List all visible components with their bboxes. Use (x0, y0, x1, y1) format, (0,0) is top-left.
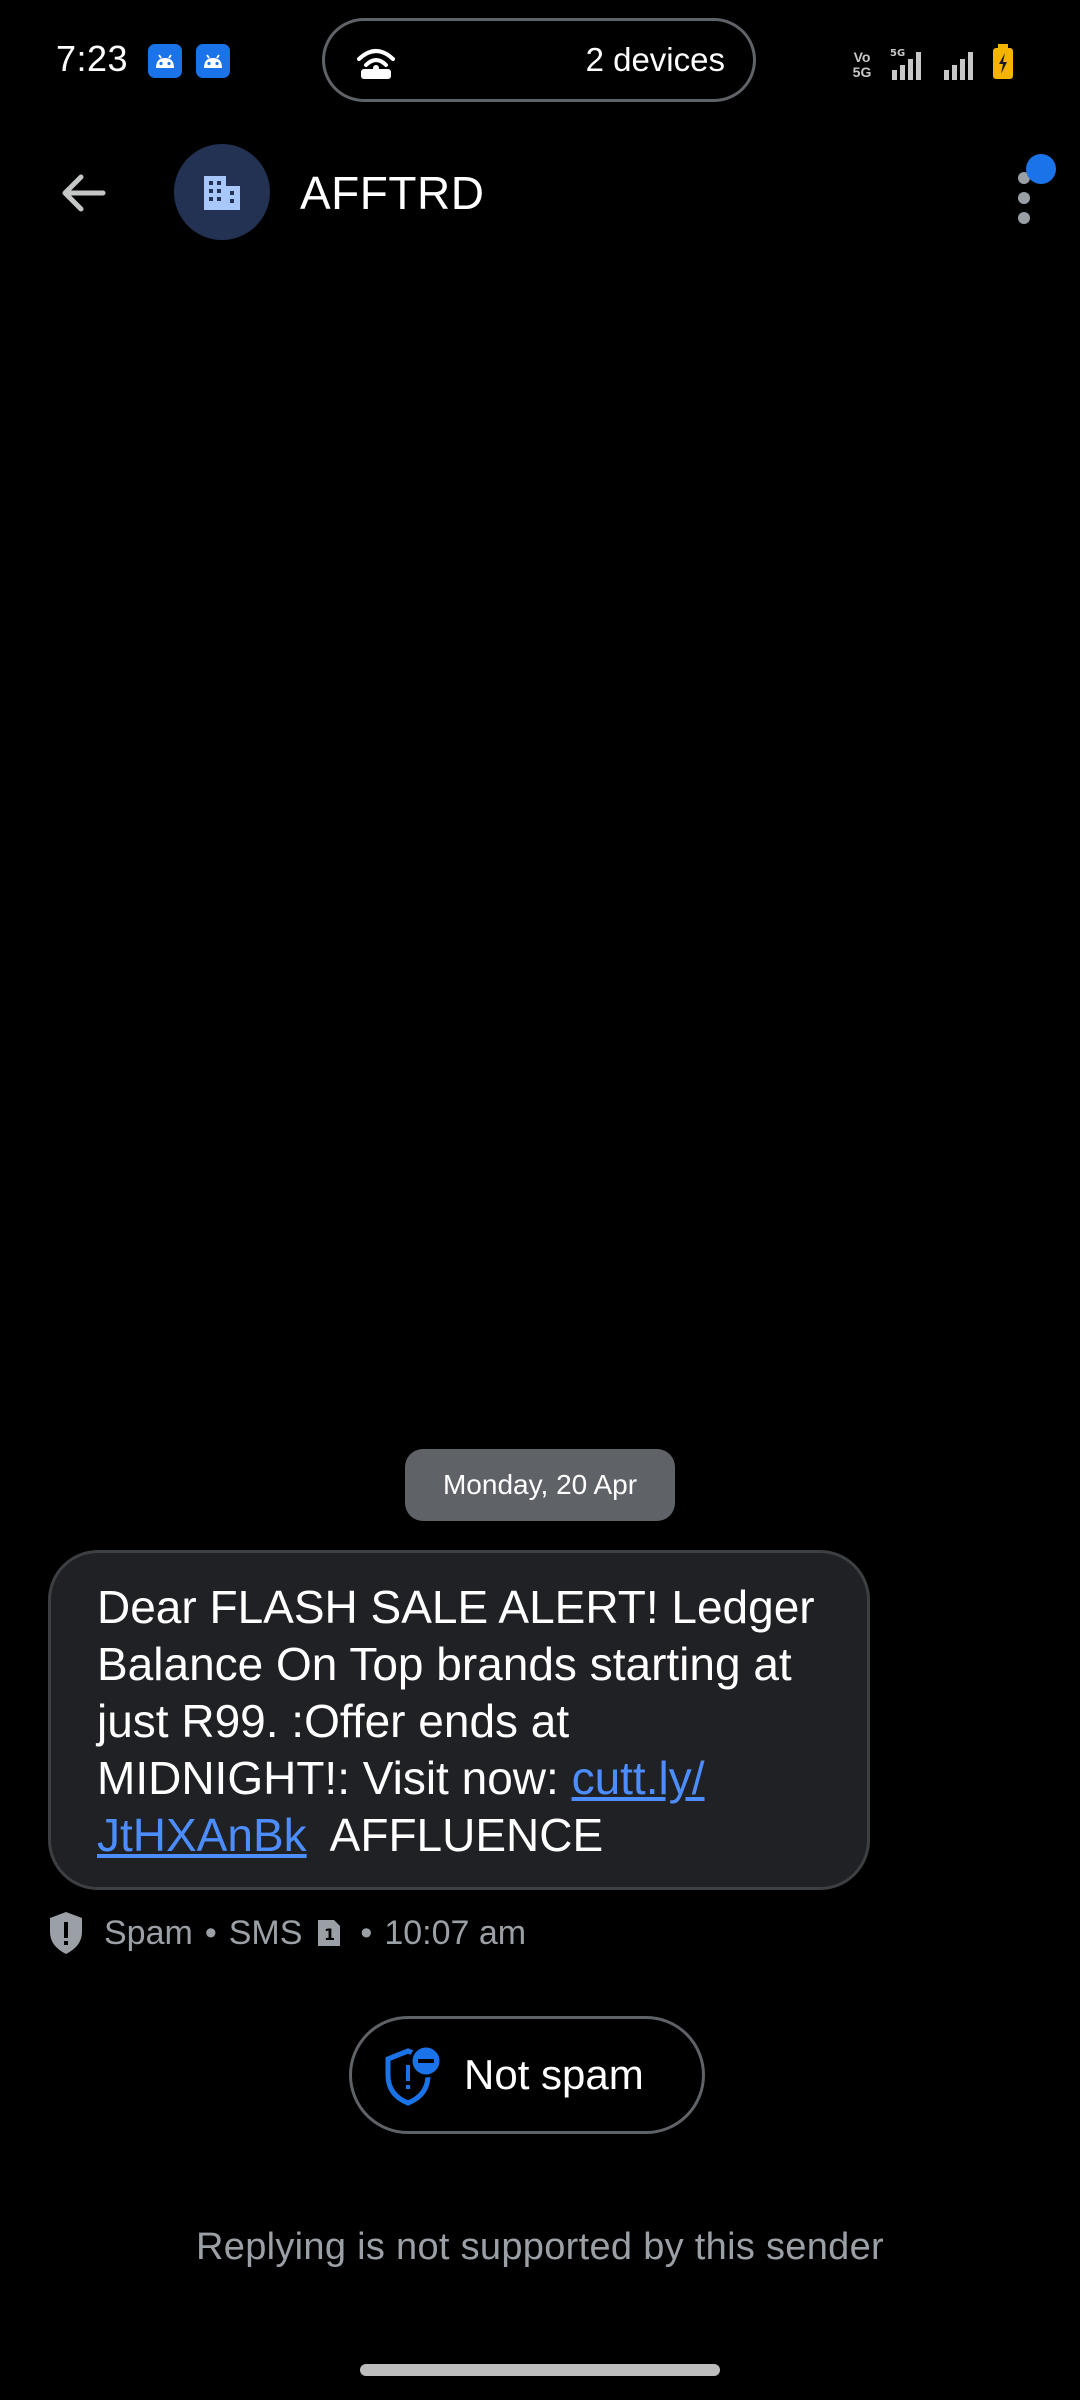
more-options-button[interactable] (994, 154, 1056, 234)
spam-shield-icon (50, 1912, 82, 1954)
date-divider: Monday, 20 Apr (405, 1449, 675, 1521)
status-bar: 7:23 2 devices Vo 5G 5G (0, 0, 1080, 124)
sim-card-icon: 1 (318, 1920, 341, 1946)
not-spam-label: Not spam (464, 2051, 644, 2098)
hotspot-icon (357, 49, 395, 79)
message-time: 10:07 am (384, 1913, 527, 1952)
reply-unsupported-note: Replying is not supported by this sender (196, 2226, 884, 2268)
hotspot-indicator[interactable]: 2 devices (322, 18, 756, 102)
shield-remove-icon (385, 2044, 443, 2106)
system-icons: Vo 5G 5G (846, 40, 1014, 80)
status-time: 7:23 (56, 38, 129, 79)
conversation-header: AFFTRD (0, 124, 1080, 260)
notification-badge (1026, 154, 1056, 184)
contact-avatar[interactable] (174, 144, 270, 240)
building-icon (204, 176, 240, 210)
android-notification-icon (196, 44, 230, 78)
arrow-left-icon (62, 174, 106, 212)
message-signature: AFFLUENCE (329, 1809, 604, 1861)
signal-5g-icon: 5G (890, 48, 921, 80)
message-bubble[interactable]: Dear FLASH SALE ALERT! Ledger Balance On… (48, 1550, 870, 1890)
message-text: Dear FLASH SALE ALERT! Ledger Balance On… (97, 1581, 815, 1804)
channel-label: SMS (228, 1913, 303, 1952)
android-notification-icon (148, 44, 182, 78)
svg-text:5G: 5G (890, 48, 905, 59)
spam-label: Spam (104, 1913, 193, 1952)
home-indicator[interactable] (360, 2364, 720, 2376)
contact-name[interactable]: AFFTRD (300, 166, 484, 220)
back-button[interactable] (48, 158, 118, 228)
svg-text:1: 1 (324, 1925, 335, 1944)
volte-icon: Vo 5G (852, 49, 872, 80)
battery-charging-icon (993, 44, 1013, 79)
hotspot-device-count: 2 devices (585, 41, 725, 78)
not-spam-button[interactable]: Not spam (349, 2016, 705, 2134)
signal-icon (944, 52, 973, 80)
message-meta: Spam • SMS 1 • 10:07 am (46, 1908, 526, 1958)
